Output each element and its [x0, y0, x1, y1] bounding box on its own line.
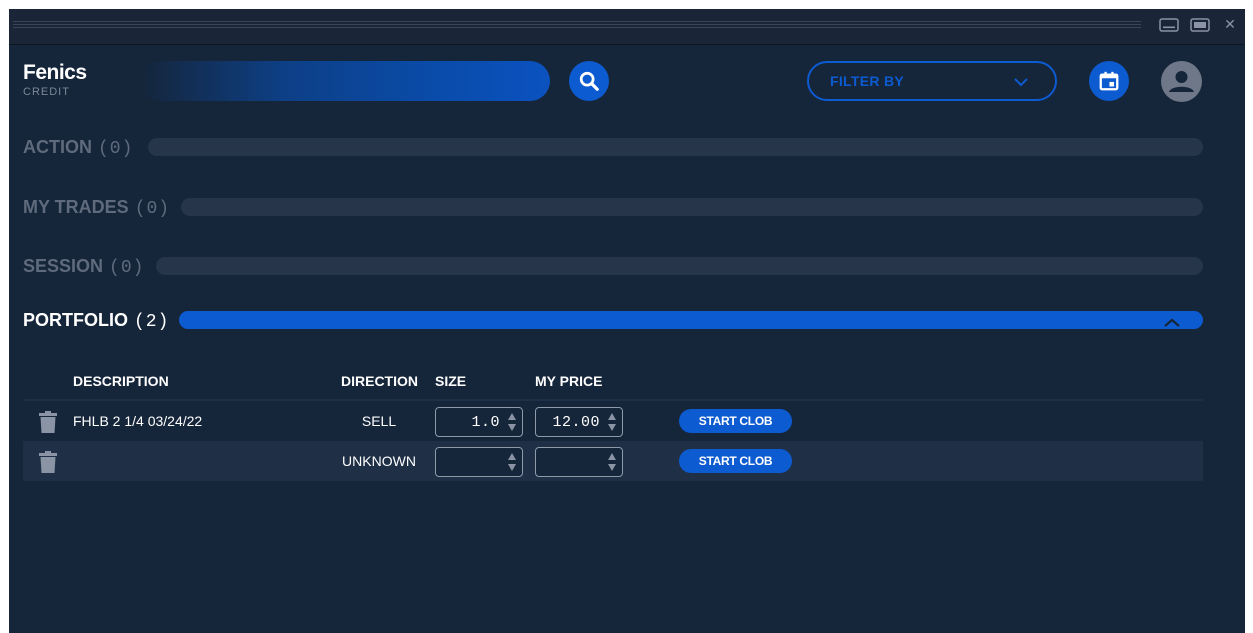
spinner-arrows-icon[interactable] [507, 412, 517, 432]
search-button[interactable] [569, 61, 609, 101]
section-title: ACTION (0) [23, 137, 134, 159]
section-title: SESSION (0) [23, 256, 145, 278]
column-header-size[interactable]: SIZE [435, 373, 466, 389]
trash-icon[interactable] [38, 451, 58, 473]
close-button[interactable]: ✕ [1222, 17, 1238, 33]
trash-icon[interactable] [38, 411, 58, 433]
section-my-trades[interactable]: MY TRADES (0) [23, 195, 1203, 219]
section-portfolio[interactable]: PORTFOLIO (2) [23, 308, 1203, 332]
user-avatar[interactable] [1161, 61, 1202, 102]
start-clob-button[interactable]: START CLOB [679, 409, 792, 433]
column-header-my-price[interactable]: MY PRICE [535, 373, 602, 389]
filter-label: FILTER BY [830, 73, 904, 89]
user-icon [1169, 71, 1194, 92]
portfolio-table: DESCRIPTION DIRECTION SIZE MY PRICE FHLB… [23, 369, 1203, 481]
brand-logo: Fenics CREDIT [23, 61, 87, 98]
section-action[interactable]: ACTION (0) [23, 135, 1203, 159]
maximize-button[interactable] [1190, 17, 1210, 33]
column-header-description[interactable]: DESCRIPTION [73, 373, 169, 389]
spinner-arrows-icon[interactable] [607, 412, 617, 432]
section-title: PORTFOLIO (2) [23, 310, 170, 332]
filter-dropdown[interactable]: FILTER BY [807, 61, 1057, 101]
section-bar[interactable] [156, 257, 1203, 275]
start-clob-button[interactable]: START CLOB [679, 449, 792, 473]
section-title: MY TRADES (0) [23, 197, 171, 219]
app-window: ✕ Fenics CREDIT FILTER BY ACTION (0) MY T… [9, 9, 1245, 633]
table-header: DESCRIPTION DIRECTION SIZE MY PRICE [23, 369, 1203, 401]
search-input[interactable] [139, 61, 550, 101]
brand-subtitle: CREDIT [23, 86, 70, 98]
row-description: FHLB 2 1/4 03/24/22 [73, 413, 203, 429]
price-value: 12.00 [552, 414, 600, 431]
price-stepper[interactable] [535, 447, 623, 477]
calendar-button[interactable] [1089, 61, 1129, 101]
price-stepper[interactable]: 12.00 [535, 407, 623, 437]
close-icon: ✕ [1224, 17, 1236, 33]
section-bar[interactable] [181, 198, 1203, 216]
size-stepper[interactable]: 1.0 [435, 407, 523, 437]
search-icon [579, 71, 599, 91]
title-bar[interactable]: ✕ [9, 9, 1245, 45]
section-session[interactable]: SESSION (0) [23, 254, 1203, 278]
calendar-icon [1099, 71, 1119, 91]
size-value: 1.0 [471, 414, 500, 431]
table-row: UNKNOWN START CLOB [23, 441, 1203, 481]
spinner-arrows-icon[interactable] [607, 452, 617, 472]
table-row: FHLB 2 1/4 03/24/22 SELL 1.0 12.00 START… [23, 401, 1203, 441]
drag-grip[interactable] [13, 21, 1141, 30]
chevron-down-icon [1014, 78, 1028, 87]
minimize-icon [1159, 18, 1179, 32]
row-direction: UNKNOWN [342, 453, 416, 469]
section-bar[interactable] [148, 138, 1203, 156]
maximize-icon [1190, 18, 1210, 32]
section-bar[interactable] [179, 311, 1203, 329]
spinner-arrows-icon[interactable] [507, 452, 517, 472]
brand-name: Fenics [23, 61, 87, 84]
minimize-button[interactable] [1159, 17, 1179, 33]
column-header-direction[interactable]: DIRECTION [341, 373, 418, 389]
size-stepper[interactable] [435, 447, 523, 477]
chevron-up-icon [1164, 318, 1180, 327]
row-direction: SELL [361, 413, 397, 429]
